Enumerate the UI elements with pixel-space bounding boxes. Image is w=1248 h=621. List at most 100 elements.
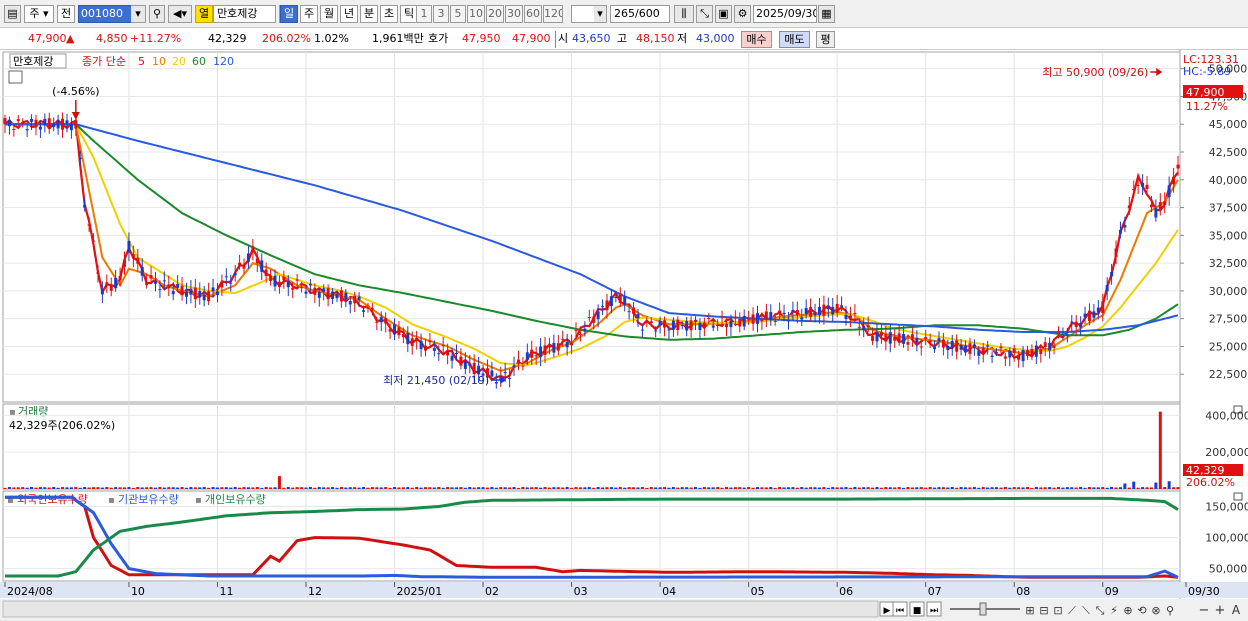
tool-remove-icon[interactable]: ⊟ (1039, 604, 1048, 617)
holdings-close-icon[interactable] (1233, 492, 1243, 501)
volume-bar (353, 487, 357, 489)
volume-bar (255, 487, 259, 489)
buy-button[interactable]: 매수 (741, 31, 772, 48)
zoom-out-icon[interactable]: − (1199, 603, 1210, 618)
draw-tool-icon[interactable]: ⤡ (1096, 604, 1105, 617)
type-select[interactable]: 주 ▾ (24, 5, 54, 23)
date-field[interactable]: 2025/09/30 (753, 5, 817, 23)
avg-button[interactable]: 평 (816, 31, 835, 48)
candle-body (1061, 333, 1065, 335)
period-button-5[interactable]: 초 (380, 5, 398, 23)
period-button-3[interactable]: 년 (340, 5, 358, 23)
stop-icon[interactable]: ■ (913, 606, 922, 616)
volume-bar (1154, 482, 1158, 489)
delete-icon[interactable]: ⊗ (1151, 604, 1160, 617)
candle-body (583, 328, 587, 332)
volume-bar (915, 487, 919, 489)
candle-body (897, 333, 901, 341)
volume-bar (658, 487, 662, 489)
tick-button-120[interactable]: 120 (543, 5, 563, 23)
tick-button-60[interactable]: 60 (524, 5, 542, 23)
code-dropdown-icon[interactable]: ▾ (131, 5, 146, 23)
period-button-2[interactable]: 월 (320, 5, 338, 23)
volume-bar (941, 487, 945, 489)
blank-dropdown-icon[interactable]: ▾ (594, 5, 607, 23)
trend-tool-icon[interactable]: ⟍ (1082, 604, 1090, 617)
x-axis-label: 2025/01 (397, 585, 443, 598)
candle-body (1136, 184, 1140, 186)
search-icon[interactable]: ⚲ (149, 5, 165, 23)
prev-button[interactable]: 전 (57, 5, 75, 23)
zoom-in-icon[interactable]: + (1215, 603, 1226, 618)
candle-body (131, 254, 135, 259)
line-tool-icon[interactable]: ⟋ (1068, 604, 1076, 617)
volume-bar (685, 487, 689, 489)
sell-button[interactable]: 매도 (779, 31, 810, 48)
candle-body (140, 266, 144, 276)
volume-bar (1048, 487, 1052, 489)
candle-body (331, 291, 335, 299)
volume-bar (972, 487, 976, 489)
candle-body (813, 312, 817, 316)
tick-button-10[interactable]: 10 (467, 5, 485, 23)
volume-bar (516, 487, 520, 489)
candle-body (34, 119, 38, 127)
tick-button-5[interactable]: 5 (450, 5, 466, 23)
volume-bar (844, 487, 848, 489)
volume-bar (826, 487, 830, 489)
zoom-icon[interactable]: ⚲ (1166, 604, 1174, 617)
tick-button-20[interactable]: 20 (486, 5, 504, 23)
candle-body (7, 120, 11, 127)
volume-bar (503, 487, 507, 489)
draw-icon[interactable]: ⤡ (696, 5, 713, 23)
grid-toggle-icon[interactable] (8, 70, 23, 84)
volume-bar (1008, 487, 1012, 489)
save-icon[interactable]: ▣ (715, 5, 732, 23)
x-axis-label: 10 (131, 585, 145, 598)
price-tick-label: 42,500 (1209, 146, 1248, 159)
forward-icon[interactable]: ⏭ (930, 606, 938, 616)
candle-body (83, 204, 87, 208)
candle-body (105, 282, 109, 286)
gear-icon[interactable]: ⚙ (734, 5, 751, 23)
candle-body (370, 308, 374, 310)
volume-bar (1127, 487, 1131, 489)
candle-body (477, 365, 481, 375)
undo-icon[interactable]: ⟲ (1137, 604, 1146, 617)
volume-bar (773, 487, 777, 489)
calendar-icon[interactable]: ▦ (818, 5, 835, 23)
candle-body (627, 311, 631, 313)
play-icon[interactable]: ▶ (884, 606, 891, 616)
period-button-0[interactable]: 일 (280, 5, 298, 23)
candle-body (592, 316, 596, 323)
volume-bar (822, 486, 826, 489)
period-button-4[interactable]: 분 (360, 5, 378, 23)
stock-chart[interactable]: 50,00047,50045,00042,50040,00037,50035,0… (0, 50, 1248, 621)
fib-tool-icon[interactable]: ⚡ (1110, 604, 1118, 617)
tick-button-3[interactable]: 3 (433, 5, 449, 23)
text-tool-icon[interactable]: A (1232, 603, 1241, 617)
col-button[interactable]: 열 (195, 5, 213, 23)
candle-body (995, 352, 999, 354)
chart-area[interactable]: 50,00047,50045,00042,50040,00037,50035,0… (0, 50, 1248, 621)
crosshair-icon[interactable]: ⊕ (1123, 604, 1132, 617)
count-field[interactable]: 265/600 (610, 5, 670, 23)
stock-name-field[interactable]: 만호제강 (213, 5, 276, 23)
volume-bar (955, 487, 959, 489)
candle-body (596, 311, 600, 320)
period-button-1[interactable]: 주 (300, 5, 318, 23)
tool-add-icon[interactable]: ⊞ (1025, 604, 1034, 617)
volume-bar (401, 487, 405, 489)
volume-bar (831, 487, 835, 489)
volume-bar (747, 486, 751, 489)
speaker-icon[interactable]: ◀▾ (168, 5, 192, 23)
candle-icon[interactable]: ⫼ (674, 5, 694, 23)
candle-body (729, 320, 733, 328)
window-menu-icon[interactable]: ▤ (4, 5, 21, 23)
zoom-slider-handle[interactable] (979, 602, 987, 616)
scroll-track[interactable] (2, 600, 879, 618)
tool-box-icon[interactable]: ⊡ (1053, 604, 1062, 617)
tick-button-1[interactable]: 1 (416, 5, 432, 23)
rewind-icon[interactable]: ⏮ (896, 606, 904, 616)
tick-button-30[interactable]: 30 (505, 5, 523, 23)
